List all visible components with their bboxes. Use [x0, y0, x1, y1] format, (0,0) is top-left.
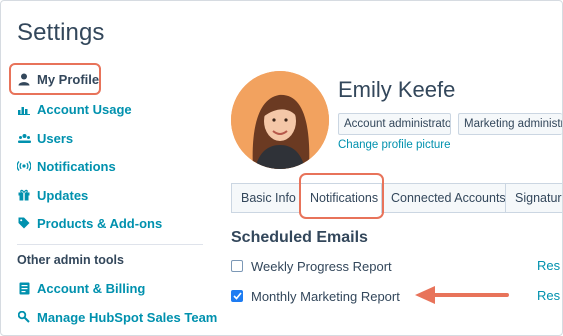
sidebar-item-label: Account & Billing	[37, 280, 146, 296]
other-admin-tools-label: Other admin tools	[17, 253, 124, 267]
tab-signature[interactable]: Signature	[505, 183, 562, 213]
sidebar-divider	[17, 244, 203, 245]
sidebar-item-updates[interactable]: Updates	[17, 185, 88, 205]
weekly-progress-checkbox[interactable]	[231, 260, 243, 272]
sidebar-item-manage-sales-team[interactable]: Manage HubSpot Sales Team	[17, 307, 217, 327]
sidebar-item-notifications[interactable]: Notifications	[17, 156, 116, 176]
sidebar-item-label: My Profile	[37, 71, 100, 87]
email-row-monthly-marketing[interactable]: Monthly Marketing Report	[231, 287, 400, 305]
users-icon	[17, 131, 31, 145]
profile-avatar[interactable]	[231, 71, 329, 169]
profile-tabs: Basic Info Notifications Connected Accou…	[231, 183, 562, 213]
scheduled-emails-heading: Scheduled Emails	[231, 229, 368, 246]
email-row-weekly-progress[interactable]: Weekly Progress Report	[231, 257, 392, 275]
tag-icon	[17, 216, 31, 230]
role-badge-marketing-admin: Marketing administra	[458, 113, 562, 135]
bar-chart-icon	[17, 102, 31, 116]
checkmark-icon	[232, 292, 242, 300]
settings-window: Settings My Profile Account Usage Users …	[0, 0, 563, 336]
page-title: Settings	[17, 19, 105, 46]
sidebar-item-label: Users	[37, 130, 74, 146]
monthly-marketing-res-link[interactable]: Res	[537, 288, 560, 303]
gift-icon	[17, 188, 31, 202]
monthly-marketing-checkbox[interactable]	[231, 290, 243, 302]
callout-arrow-icon	[415, 286, 509, 304]
sidebar-item-label: Account Usage	[37, 101, 132, 117]
email-row-label: Weekly Progress Report	[251, 258, 392, 274]
change-profile-picture-link[interactable]: Change profile picture	[338, 139, 451, 151]
sidebar-item-my-profile[interactable]: My Profile	[17, 69, 99, 89]
billing-icon	[17, 281, 31, 295]
sidebar-item-label: Manage HubSpot Sales Team	[37, 309, 218, 325]
sidebar-item-account-billing[interactable]: Account & Billing	[17, 278, 145, 298]
tab-basic-info[interactable]: Basic Info	[231, 183, 300, 213]
user-icon	[17, 72, 31, 86]
sidebar-item-users[interactable]: Users	[17, 128, 73, 148]
profile-photo-illustration	[231, 71, 329, 169]
sidebar-item-label: Notifications	[37, 158, 116, 174]
sidebar-item-products-addons[interactable]: Products & Add-ons	[17, 213, 162, 233]
sidebar-item-label: Updates	[37, 187, 89, 203]
profile-name: Emily Keefe	[338, 77, 456, 102]
sidebar-item-account-usage[interactable]: Account Usage	[17, 99, 132, 119]
weekly-progress-res-link[interactable]: Res	[537, 258, 560, 273]
tab-connected-accounts[interactable]: Connected Accounts	[381, 183, 506, 213]
broadcast-icon	[17, 159, 31, 173]
email-row-label: Monthly Marketing Report	[251, 288, 400, 304]
highlight-callout-notifications-tab	[299, 173, 384, 219]
team-icon	[17, 310, 31, 324]
sidebar-item-label: Products & Add-ons	[37, 215, 163, 231]
role-badge-account-admin: Account administrator	[338, 113, 451, 135]
